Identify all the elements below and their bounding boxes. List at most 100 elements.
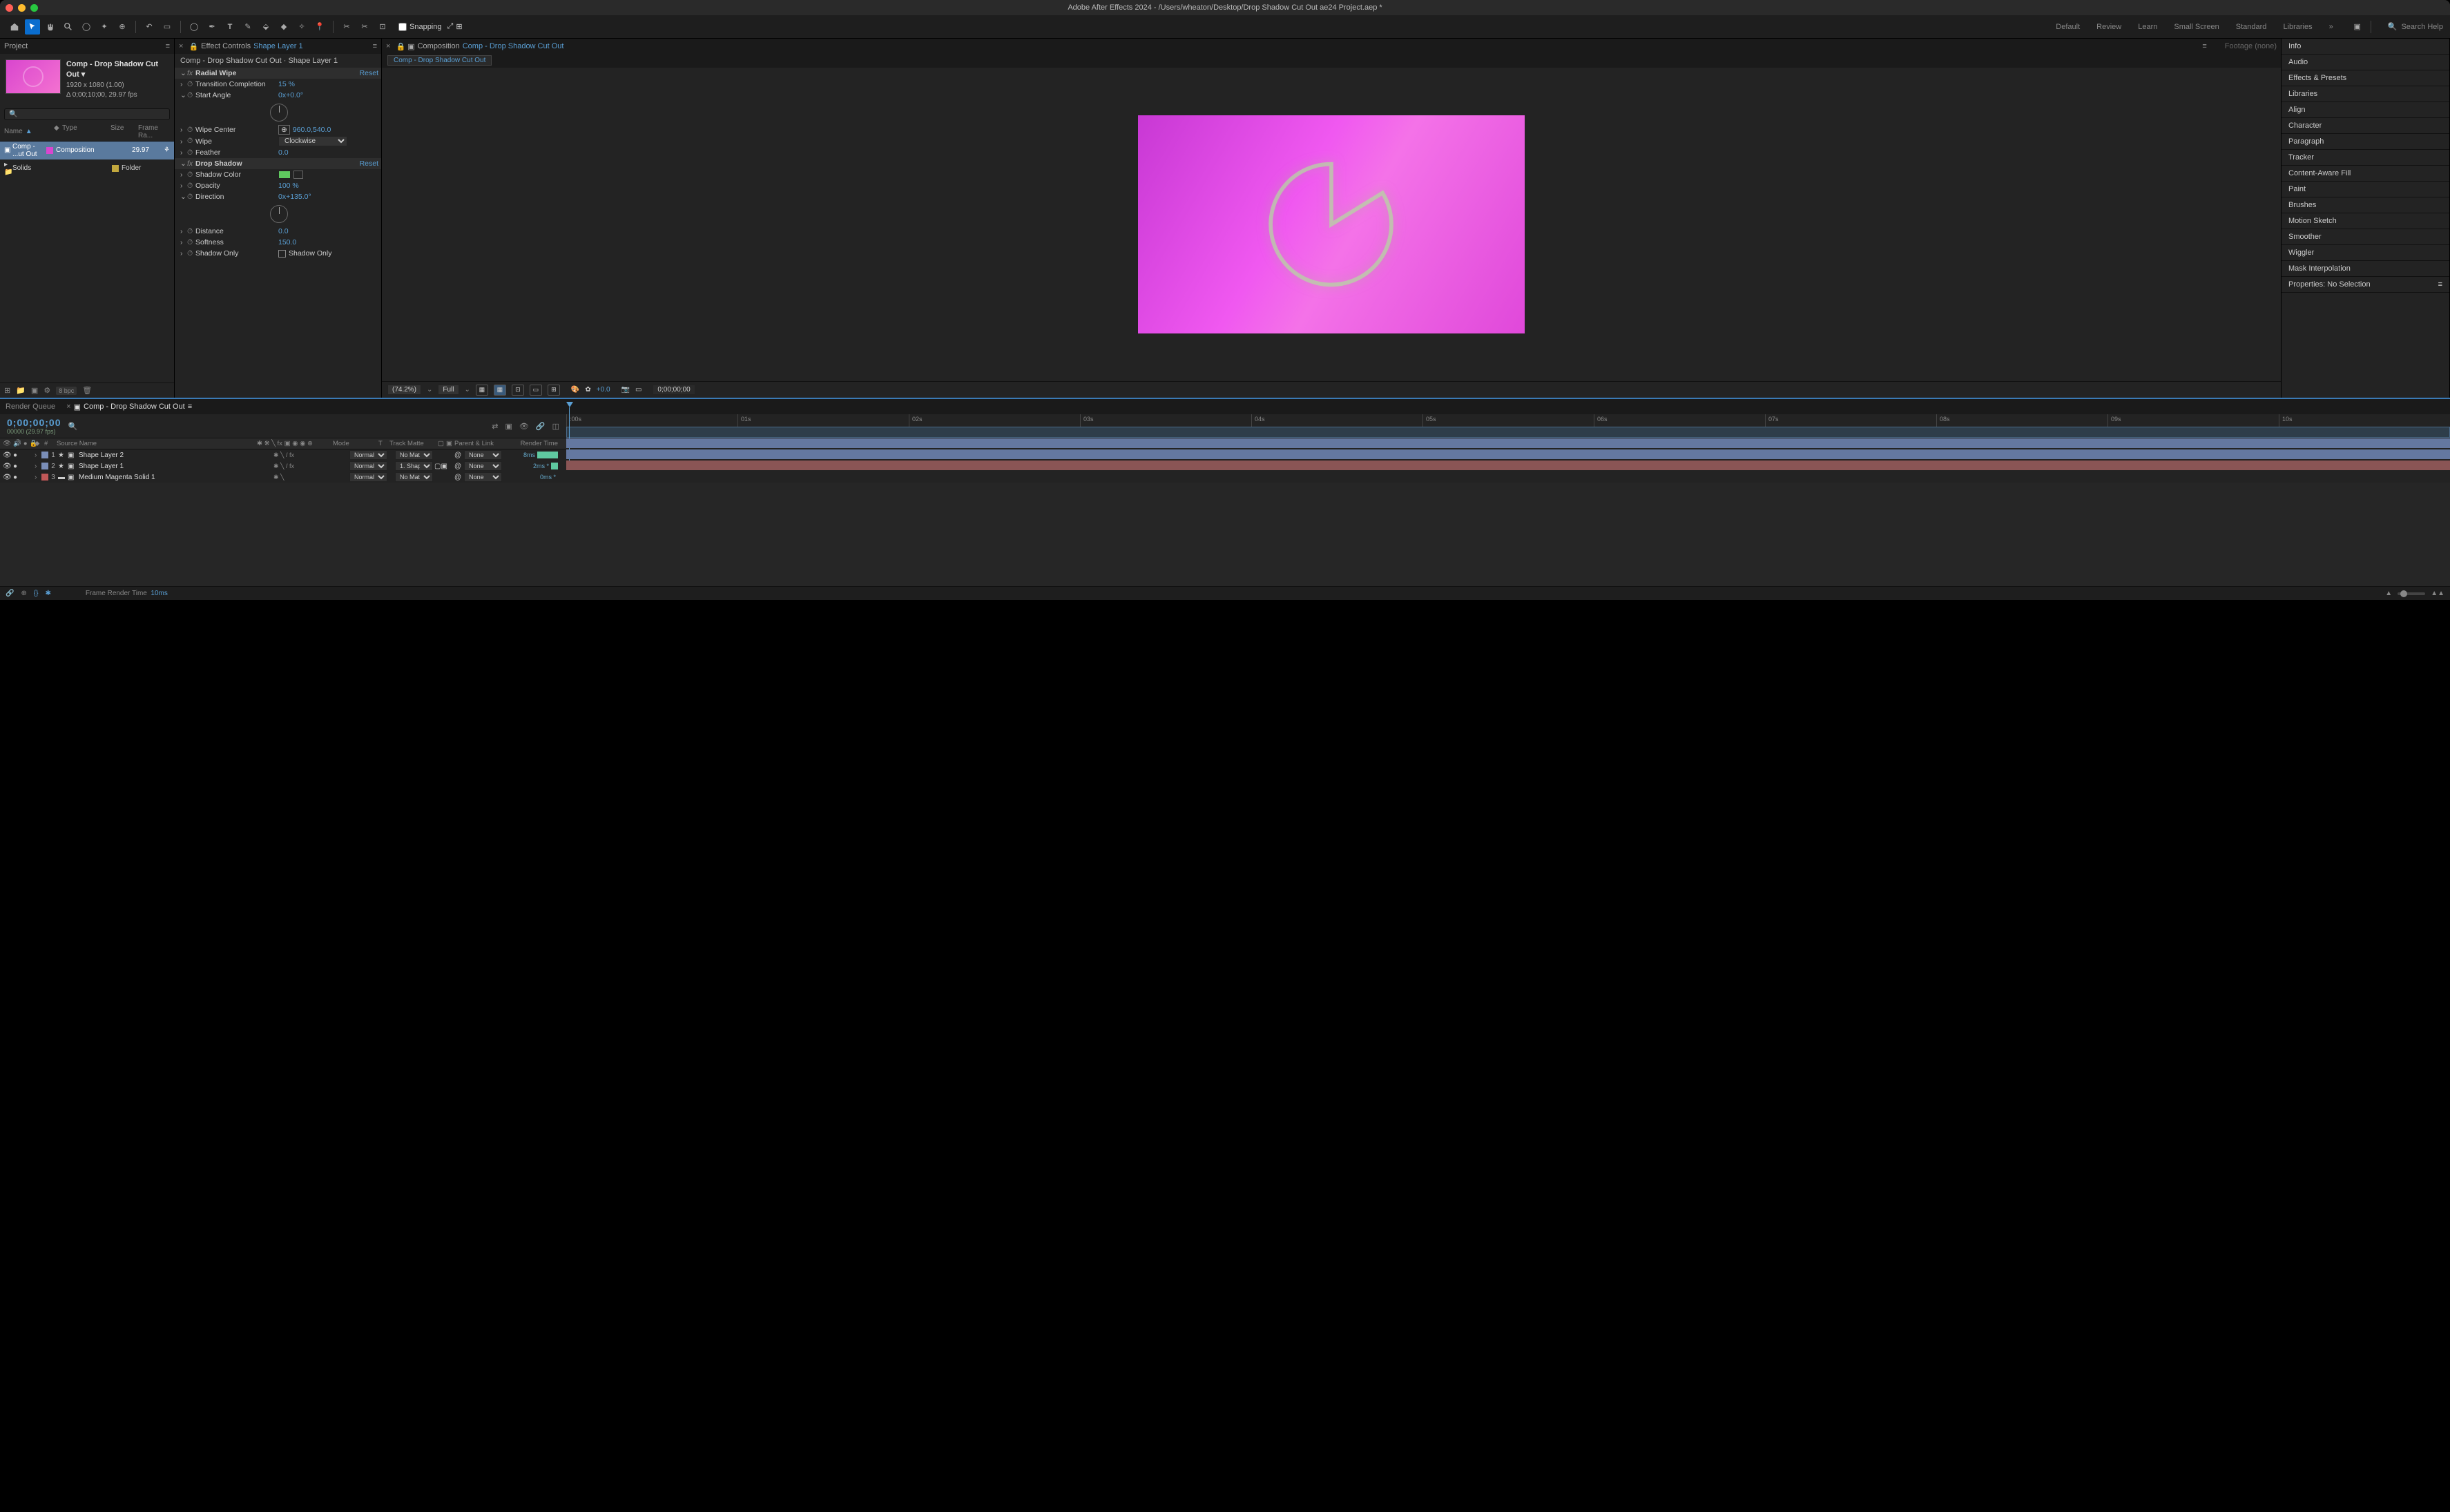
panel-menu-icon[interactable]: ≡ xyxy=(2202,42,2206,50)
stopwatch-icon[interactable]: ⏱ xyxy=(187,137,195,146)
pen-tool[interactable]: ✒ xyxy=(204,19,220,35)
footage-tab[interactable]: Footage (none) xyxy=(2225,42,2277,50)
orbit-tool[interactable]: ◯ xyxy=(79,19,94,35)
home-button[interactable] xyxy=(7,19,22,35)
layer-duration-bar[interactable] xyxy=(566,449,2450,459)
project-search[interactable]: 🔍 xyxy=(4,108,170,120)
parent-select[interactable]: None xyxy=(464,472,502,482)
prop-value[interactable]: 0.0 xyxy=(278,148,289,157)
crosshair-icon[interactable]: ⊕ xyxy=(278,125,290,135)
panel-align[interactable]: Align xyxy=(2282,102,2449,118)
grid-icon[interactable]: ⊞ xyxy=(548,385,560,396)
stopwatch-icon[interactable]: ⏱ xyxy=(187,249,195,258)
panel-brushes[interactable]: Brushes xyxy=(2282,197,2449,213)
ruler-tick[interactable]: 10s xyxy=(2279,414,2450,427)
project-item-comp[interactable]: ▣ Comp - ...ut Out Composition 29.97 ⚘ xyxy=(0,142,174,159)
prop-value[interactable]: 960.0,540.0 xyxy=(293,126,331,134)
graph-icon[interactable]: ◫ xyxy=(552,422,559,431)
label-swatch[interactable] xyxy=(41,463,48,469)
adjust-icon[interactable]: ⚙ xyxy=(44,386,50,395)
snapping-toggle[interactable]: Snapping ⤢ ⊞ xyxy=(398,22,463,31)
playhead[interactable] xyxy=(566,402,573,407)
ruler-tick[interactable]: :00s xyxy=(566,414,737,427)
layer-name[interactable]: Shape Layer 1 xyxy=(76,463,273,470)
parent-select[interactable]: None xyxy=(464,450,502,460)
ruler-tick[interactable]: 01s xyxy=(737,414,909,427)
close-tab-icon[interactable]: × xyxy=(179,42,183,50)
guide-icon[interactable]: ▭ xyxy=(530,385,542,396)
panel-paragraph[interactable]: Paragraph xyxy=(2282,134,2449,150)
prop-value[interactable]: 0.0 xyxy=(278,227,289,235)
hand-tool[interactable] xyxy=(43,19,58,35)
stopwatch-icon[interactable]: ⏱ xyxy=(187,238,195,247)
panel-wiggler[interactable]: Wiggler xyxy=(2282,245,2449,261)
ruler-tick[interactable]: 09s xyxy=(2107,414,2279,427)
blend-mode-select[interactable]: Normal xyxy=(349,450,387,460)
prop-value[interactable]: 15 % xyxy=(278,80,295,88)
share-review-icon[interactable]: ▣ xyxy=(2350,19,2365,35)
pickwhip-icon[interactable]: @ xyxy=(454,452,461,459)
layer-name[interactable]: Medium Magenta Solid 1 xyxy=(76,474,273,481)
project-panel-tab[interactable]: Project xyxy=(4,42,28,50)
render-queue-tab[interactable]: Render Queue xyxy=(6,403,55,411)
snap-opt-icon[interactable]: ⤢ xyxy=(447,22,454,31)
effect-name[interactable]: Radial Wipe xyxy=(195,69,278,77)
prop-select[interactable]: Clockwise xyxy=(278,136,347,146)
ruler-tick[interactable]: 05s xyxy=(1422,414,1594,427)
prop-icon[interactable]: ✱ xyxy=(46,590,51,597)
pan-behind-tool[interactable]: ⊕ xyxy=(115,19,130,35)
zoom-out-icon[interactable]: ▲ xyxy=(2385,590,2392,597)
workspace-default[interactable]: Default xyxy=(2056,23,2080,31)
pickwhip-icon[interactable]: @ xyxy=(454,474,461,481)
reset-link[interactable]: Reset xyxy=(360,159,378,168)
panel-smoother[interactable]: Smoother xyxy=(2282,229,2449,245)
comp-mini-flowchart-icon[interactable]: ⇄ xyxy=(492,422,498,431)
prop-value[interactable]: 150.0 xyxy=(278,238,296,246)
edit-tool1[interactable]: ✂ xyxy=(339,19,354,35)
mask-toggle-icon[interactable]: ▦ xyxy=(494,385,506,396)
matte-select[interactable]: 1. Shape L xyxy=(395,461,433,471)
comp-subtab[interactable]: Comp - Drop Shadow Cut Out xyxy=(387,55,492,66)
visibility-toggle[interactable]: 👁 xyxy=(3,474,11,481)
effect-name[interactable]: Drop Shadow xyxy=(195,159,278,168)
stopwatch-icon[interactable]: ⏱ xyxy=(187,148,195,157)
panel-info[interactable]: Info xyxy=(2282,39,2449,55)
panel-menu-icon[interactable]: ≡ xyxy=(2438,280,2442,289)
panel-mask-interpolation[interactable]: Mask Interpolation xyxy=(2282,261,2449,277)
panel-tracker[interactable]: Tracker xyxy=(2282,150,2449,166)
blend-mode-select[interactable]: Normal xyxy=(349,472,387,482)
comp-link[interactable]: Comp - Drop Shadow Cut Out xyxy=(463,42,564,50)
resolution-dropdown[interactable]: Full xyxy=(438,385,459,395)
eraser-tool[interactable]: ◆ xyxy=(276,19,291,35)
visibility-toggle[interactable]: 👁 xyxy=(3,452,11,459)
panel-menu-icon[interactable]: ≡ xyxy=(373,42,377,50)
workspace-libraries[interactable]: Libraries xyxy=(2283,23,2312,31)
bpc-toggle[interactable]: 8 bpc xyxy=(56,387,77,395)
prop-value[interactable]: 0x+135.0° xyxy=(278,193,311,201)
edit-tool3[interactable]: ⊡ xyxy=(375,19,390,35)
layer-duration-bar[interactable] xyxy=(566,438,2450,448)
ruler-tick[interactable]: 06s xyxy=(1594,414,1765,427)
panel-properties-no-selection[interactable]: Properties: No Selection≡ xyxy=(2282,277,2449,293)
parent-select[interactable]: None xyxy=(464,461,502,471)
project-item-folder[interactable]: ▸ 📁 Solids Folder xyxy=(0,159,174,177)
workspace-learn[interactable]: Learn xyxy=(2138,23,2157,31)
stopwatch-icon[interactable]: ⏱ xyxy=(187,193,195,202)
comp-panel-tab[interactable]: Composition xyxy=(418,42,460,50)
work-area[interactable] xyxy=(566,427,2450,438)
prop-checkbox[interactable] xyxy=(278,250,286,258)
stopwatch-icon[interactable]: ⏱ xyxy=(187,182,195,191)
panel-content-aware-fill[interactable]: Content-Aware Fill xyxy=(2282,166,2449,182)
panel-motion-sketch[interactable]: Motion Sketch xyxy=(2282,213,2449,229)
angle-dial[interactable] xyxy=(270,205,288,223)
ruler-tick[interactable]: 07s xyxy=(1765,414,1936,427)
draft3d-icon[interactable]: ▣ xyxy=(505,422,512,431)
panel-audio[interactable]: Audio xyxy=(2282,55,2449,70)
ruler-tick[interactable]: 02s xyxy=(909,414,1080,427)
show-snapshot-icon[interactable]: ▭ xyxy=(635,386,642,394)
reset-exposure-icon[interactable]: ✿ xyxy=(585,386,590,394)
undo-button[interactable]: ↶ xyxy=(142,19,157,35)
timeline-comp-tab[interactable]: × ▣ Comp - Drop Shadow Cut Out ≡ xyxy=(66,403,192,411)
workspace-review[interactable]: Review xyxy=(2096,23,2121,31)
new-folder-icon[interactable]: 📁 xyxy=(16,386,26,395)
